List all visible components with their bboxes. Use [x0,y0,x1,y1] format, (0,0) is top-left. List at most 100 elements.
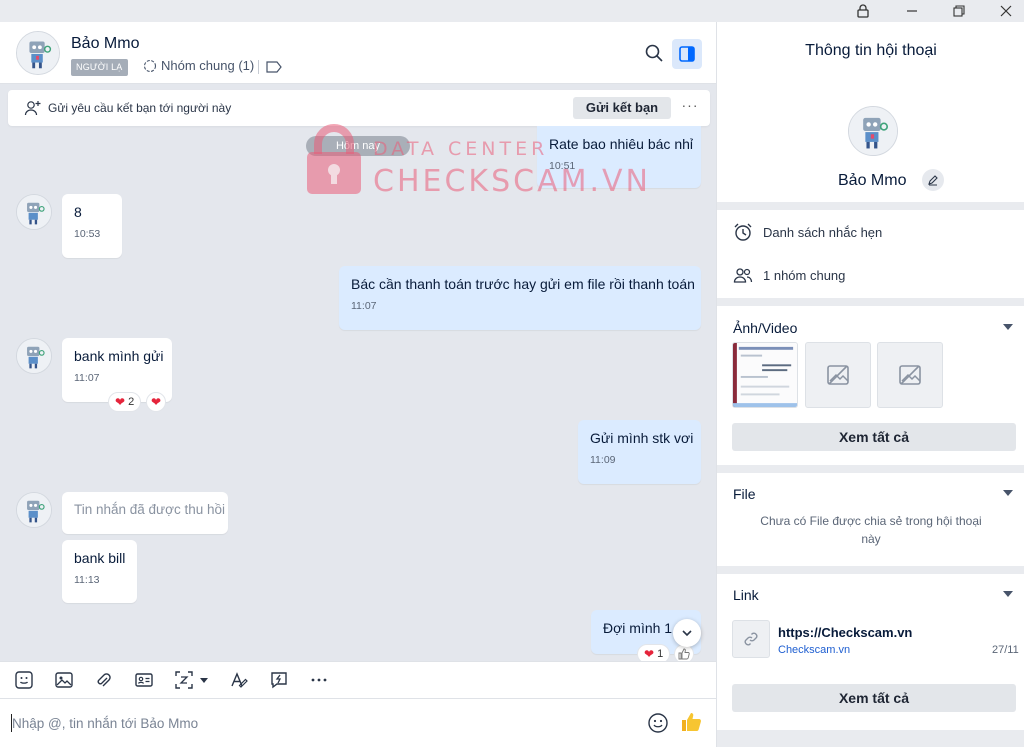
media-section-title[interactable]: Ảnh/Video [733,320,797,336]
composer-toolbar [0,661,716,698]
message-composer[interactable]: Nhập @, tin nhắn tới Bảo Mmo [0,698,716,747]
contact-name[interactable]: Bảo Mmo [71,35,139,53]
thumbs-up-icon [678,648,690,660]
more-icon[interactable] [309,670,329,690]
date-divider: Hôm nay [306,136,410,156]
file-section-title[interactable]: File [733,486,756,502]
contact-card-icon[interactable] [134,670,154,690]
info-avatar[interactable] [848,106,898,156]
caret-down-icon[interactable] [198,670,210,690]
link-domain[interactable]: Checkscam.vn [778,644,850,656]
minimize-icon[interactable] [902,2,922,20]
react-button[interactable]: ❤ [146,392,167,412]
message-time: 11:07 [74,372,100,384]
common-groups-row[interactable]: 1 nhóm chung [733,266,845,284]
heart-icon: ❤ [151,395,162,409]
collapse-link-icon[interactable] [1003,591,1013,597]
contact-avatar[interactable] [16,31,60,75]
friend-request-text: Gửi yêu cầu kết bạn tới người này [48,101,232,115]
message-time: 10:51 [549,160,576,172]
message-bubble[interactable]: 8 10:53 [62,194,122,258]
message-text: bank mình gửi [74,348,164,364]
toggle-info-panel-button[interactable] [672,39,702,69]
message-bubble[interactable]: Bác cần thanh toán trước hay gửi em file… [339,266,701,330]
image-icon[interactable] [54,670,74,690]
message-text: Rate bao nhiêu bác nhỉ [549,136,693,152]
pencil-icon [928,175,938,186]
text-format-icon[interactable] [229,670,249,690]
media-see-all-button[interactable]: Xem tất cả [732,423,1016,451]
message-time: 11:13 [74,574,100,586]
info-contact-name: Bảo Mmo [838,172,907,189]
media-thumbnail[interactable] [805,342,871,408]
edit-nickname-button[interactable] [922,169,944,191]
chat-header: Bảo Mmo NGƯỜI LẠ Nhóm chung (1) [0,22,716,84]
message-bubble[interactable]: bank bill 11:13 [62,540,137,603]
users-icon [733,268,753,283]
conversation-info-panel: Thông tin hội thoại Bảo Mmo Danh sách nh… [716,22,1024,747]
recalled-message[interactable]: Tin nhắn đã được thu hồi [62,492,228,534]
sender-avatar[interactable] [16,338,52,374]
stranger-badge: NGƯỜI LẠ [71,59,128,76]
header-divider [258,60,259,74]
image-placeholder-icon [827,365,849,385]
sticker-icon[interactable] [14,670,34,690]
message-time: 11:07 [351,300,377,312]
attachment-icon[interactable] [93,670,113,690]
message-time: 10:53 [74,228,101,240]
collapse-media-icon[interactable] [1003,324,1013,330]
message-text: Tin nhắn đã được thu hồi [74,502,225,517]
message-text: 8 [74,204,82,220]
alarm-clock-icon [734,223,752,241]
more-options-button[interactable]: ··· [680,98,700,116]
heart-icon: ❤ [115,395,126,409]
reaction-count: 1 [657,648,664,660]
info-panel-title: Thông tin hội thoại [805,42,937,59]
tag-icon[interactable] [266,60,282,74]
chat-panel: Bảo Mmo NGƯỜI LẠ Nhóm chung (1) Gửi yêu … [0,22,716,747]
heart-icon: ❤ [644,647,655,661]
scroll-to-bottom-button[interactable] [673,619,701,647]
common-group-link[interactable]: Nhóm chung (1) [143,58,254,73]
message-text: Gửi mình stk vơi [590,430,694,446]
send-friend-request-button[interactable]: Gửi kết bạn [573,97,671,119]
quick-message-icon[interactable] [269,670,289,690]
sender-avatar[interactable] [16,492,52,528]
reaction-count: 2 [128,396,135,408]
message-bubble[interactable]: Gửi mình stk vơi 11:09 [578,420,701,484]
common-group-label: Nhóm chung (1) [161,58,255,73]
screenshot-thumbnail-image [733,343,797,407]
sidebar-icon [679,46,695,62]
group-icon [143,59,157,72]
reaction-summary[interactable]: ❤ 2 [108,392,142,412]
close-icon[interactable] [996,2,1016,20]
message-text: Bác cần thanh toán trước hay gửi em file… [351,276,695,292]
screenshot-icon[interactable] [174,670,194,690]
media-thumbnail[interactable] [732,342,798,408]
link-see-all-button[interactable]: Xem tất cả [732,684,1016,712]
sender-avatar[interactable] [16,194,52,230]
image-placeholder-icon [899,365,921,385]
common-groups-label: 1 nhóm chung [763,267,846,283]
message-bubble[interactable]: Rate bao nhiêu bác nhỉ 10:51 [537,126,701,188]
link-thumbnail[interactable] [732,620,770,658]
collapse-file-icon[interactable] [1003,490,1013,496]
link-date: 27/11 [992,644,1019,656]
composer-input[interactable]: Nhập @, tin nhắn tới Bảo Mmo [12,716,198,731]
message-text: bank bill [74,550,126,566]
message-time: 11:09 [590,454,616,466]
chevron-down-icon [682,630,692,637]
link-icon [744,632,758,646]
restore-icon[interactable] [949,2,969,20]
reminders-row[interactable]: Danh sách nhắc hẹn [733,222,882,242]
lock-icon[interactable] [853,2,873,20]
link-url[interactable]: https://Checkscam.vn [778,625,912,640]
window-title-bar [0,0,1024,22]
emoji-icon[interactable] [647,712,669,734]
quick-like-icon[interactable] [679,710,703,734]
info-shortcuts-card: Danh sách nhắc hẹn 1 nhóm chung [717,210,1024,298]
link-section-title[interactable]: Link [733,587,759,603]
media-thumbnail[interactable] [877,342,943,408]
file-empty-message: Chưa có File được chia sẻ trong hội thoạ… [760,514,982,546]
search-icon[interactable] [644,43,664,63]
